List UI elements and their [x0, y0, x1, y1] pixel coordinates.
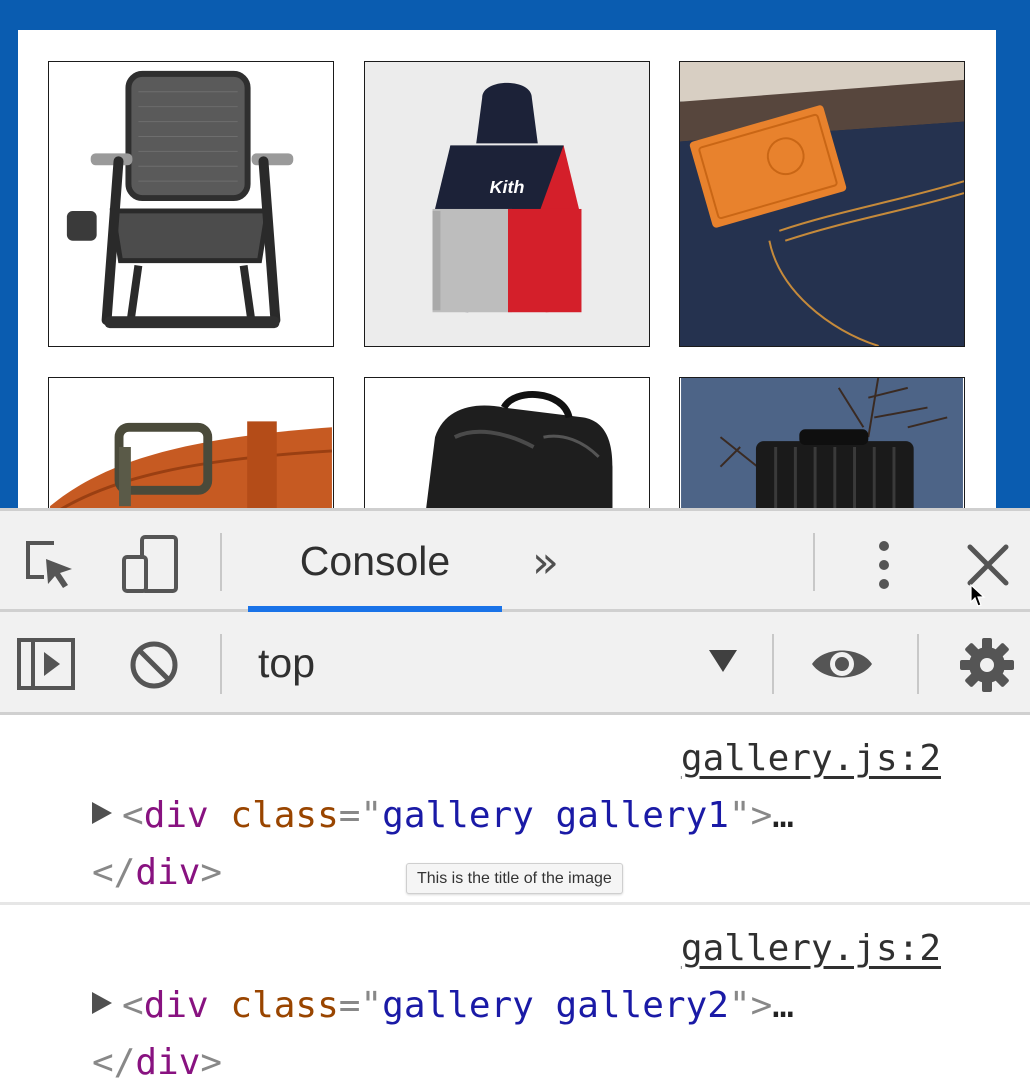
backpack-image [366, 378, 648, 516]
closing-tag: </div> [92, 852, 223, 893]
gear-icon[interactable] [958, 636, 1016, 694]
gallery-container: Kith [18, 30, 996, 517]
gallery-item-hoodie[interactable]: Kith [364, 61, 650, 347]
toolbar-divider [813, 533, 815, 591]
console-message: gallery.js:2 <div class="gallery gallery… [0, 905, 1030, 1092]
toolbar-divider [917, 634, 919, 694]
collapsed-ellipsis: … [772, 795, 794, 836]
belt-image [49, 378, 333, 516]
clear-console-icon[interactable] [127, 638, 181, 692]
denim-image [680, 62, 964, 346]
sidebar-toggle-icon[interactable] [16, 636, 76, 692]
gallery-item-chair[interactable] [48, 61, 334, 347]
attr-value: gallery gallery2 [382, 985, 729, 1026]
attr-name: class [230, 795, 339, 836]
mouse-cursor-icon [970, 583, 986, 613]
gallery-item-backpack[interactable] [364, 377, 650, 517]
tag-name: div [143, 795, 209, 836]
eye-icon[interactable] [810, 642, 874, 686]
inspect-element-icon[interactable] [22, 537, 78, 593]
attr-value: gallery gallery1 [382, 795, 729, 836]
hoodie-print: Kith [490, 177, 525, 197]
image-title-tooltip: This is the title of the image [406, 863, 623, 894]
kebab-menu-icon[interactable] [866, 537, 902, 593]
chair-image [49, 62, 333, 346]
toolbar-divider [220, 634, 222, 694]
toolbar-divider [772, 634, 774, 694]
expand-arrow-icon[interactable] [92, 802, 112, 824]
gallery-item-suitcase[interactable] [679, 377, 965, 517]
gallery-item-denim[interactable] [679, 61, 965, 347]
tab-console[interactable]: Console [248, 511, 502, 612]
console-filter-toolbar: top [0, 612, 1030, 715]
element-node[interactable]: <div class="gallery gallery1">… [92, 795, 794, 836]
attr-name: class [230, 985, 339, 1026]
gallery-item-belt[interactable] [48, 377, 334, 517]
more-tabs-button[interactable]: » [532, 541, 559, 585]
context-selector[interactable]: top [258, 640, 315, 687]
devtools-main-toolbar: Console » [0, 511, 1030, 612]
device-toolbar-icon[interactable] [120, 533, 182, 595]
toolbar-divider [220, 533, 222, 591]
hoodie-image: Kith [365, 62, 649, 346]
tag-name: div [143, 985, 209, 1026]
devtools-panel: Console » top gallery.js:2 <div class="g… [0, 508, 1030, 1092]
expand-arrow-icon[interactable] [92, 992, 112, 1014]
collapsed-ellipsis: … [772, 985, 794, 1026]
source-link[interactable]: gallery.js:2 [681, 928, 941, 969]
closing-tag: </div> [92, 1042, 223, 1083]
chevron-down-icon[interactable] [709, 650, 737, 672]
suitcase-image [681, 378, 963, 516]
source-link[interactable]: gallery.js:2 [681, 738, 941, 779]
element-node[interactable]: <div class="gallery gallery2">… [92, 985, 794, 1026]
page-frame: Kith [0, 0, 1030, 517]
